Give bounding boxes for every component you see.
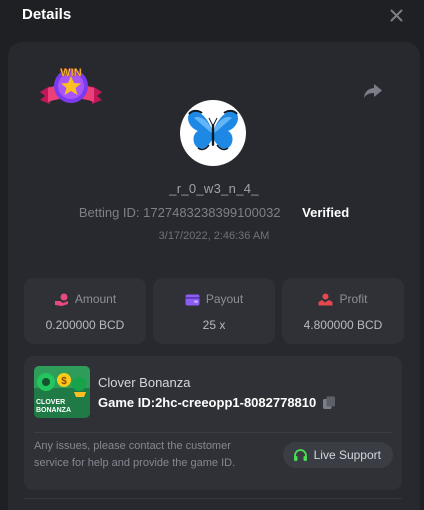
copy-icon [323,396,336,409]
game-id-label: Game ID: [98,395,156,410]
amount-icon [54,293,68,306]
amount-label: Amount [74,292,117,306]
profit-stat: Profit 4.800000 BCD [282,278,404,344]
betting-id-label: Betting ID: [78,205,140,220]
win-badge: WIN [38,64,104,114]
payout-stat: Payout 25 x [153,278,275,344]
game-card: $ CLOVER BONANZA Clover Bonanza Game ID:… [24,356,402,490]
game-id: Game ID:2hc-creeopp1-8082778810 [98,395,316,410]
amount-stat: Amount 0.200000 BCD [24,278,146,344]
username: _r_0_w3_n_4_ [169,181,259,196]
butterfly-icon [188,109,238,151]
bet-timestamp: 3/17/2022, 2:46:36 AM [158,230,270,242]
amount-value: 0.200000 BCD [45,318,125,332]
details-modal: Details WIN _r_0_w3_n_4_ Betting ID: 172… [0,0,424,510]
profit-label: Profit [339,292,368,306]
support-message: Any issues, please contact the customer … [34,440,236,469]
win-badge-text: WIN [60,67,81,79]
copy-button[interactable] [322,396,336,410]
modal-header: Details [22,6,424,26]
game-thumbnail[interactable]: $ CLOVER BONANZA [34,366,90,418]
game-card-divider [34,432,392,433]
share-button[interactable] [362,82,384,100]
game-id-row: Game ID:2hc-creeopp1-8082778810 [98,395,336,410]
live-support-label: Live Support [313,448,381,462]
payout-label: Payout [205,292,244,306]
betting-id-value: 1727483238399100032 [143,205,281,220]
close-icon [390,9,402,21]
game-name[interactable]: Clover Bonanza [98,375,191,390]
card-bottom-divider [24,498,402,499]
modal-title: Details [22,6,72,23]
payout-value: 25 x [202,318,226,332]
live-support-button[interactable]: Live Support [282,442,393,468]
share-icon [364,84,382,98]
betting-id-line: Betting ID: 1727483238399100032 Verified [8,205,420,220]
verified-badge: Verified [302,205,350,220]
bet-details-card: WIN _r_0_w3_n_4_ Betting ID: 17274832383… [8,42,420,510]
headset-icon [293,448,307,461]
svg-text:$: $ [61,376,67,387]
game-id-value: 2hc-creeopp1-8082778810 [155,395,317,410]
wallet-icon [185,294,200,305]
avatar [180,100,246,166]
game-thumbnail-title: CLOVER BONANZA [36,399,71,414]
profit-icon [318,293,333,305]
profit-value: 4.800000 BCD [303,318,383,332]
close-button[interactable] [388,6,404,24]
